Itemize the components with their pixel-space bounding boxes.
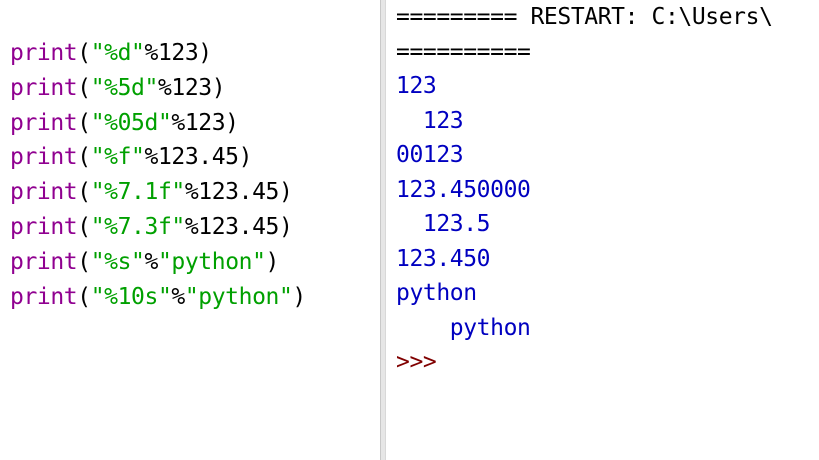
- paren: ): [292, 283, 306, 310]
- restart-line-continuation: ==========: [396, 38, 531, 65]
- code-rest: %123.45): [144, 144, 253, 171]
- code-rest: %123.45): [184, 213, 293, 240]
- code-rest: %: [171, 283, 185, 310]
- paren: (: [77, 179, 91, 206]
- paren: (: [77, 144, 91, 171]
- string-literal: "%5d": [90, 74, 159, 101]
- code-lines: print("%d"%123) print("%5d"%123) print("…: [10, 36, 306, 314]
- paren: ): [265, 248, 280, 275]
- string-literal: "%7.1f": [90, 179, 186, 206]
- code-rest: %123): [144, 40, 213, 66]
- paren: (: [77, 74, 91, 101]
- output-line: 123.450: [396, 245, 491, 272]
- string-literal: "%10s": [90, 283, 172, 310]
- string-literal: "python": [184, 283, 293, 310]
- keyword: print: [10, 40, 78, 66]
- restart-line: ========= RESTART: C:\Users\: [396, 4, 773, 30]
- keyword: print: [10, 179, 78, 206]
- code-line[interactable]: print("%10s"%"python"): [10, 280, 306, 315]
- keyword: print: [10, 213, 78, 240]
- keyword: print: [10, 144, 78, 171]
- shell-output: ========= RESTART: C:\Users\ ========== …: [396, 0, 773, 380]
- code-line[interactable]: print("%f"%123.45): [10, 140, 306, 175]
- output-line: 00123: [396, 142, 464, 168]
- output-line: python: [396, 280, 477, 306]
- string-literal: "%f": [90, 144, 145, 171]
- shell-prompt[interactable]: >>>: [396, 345, 773, 380]
- string-literal: "%d": [90, 40, 145, 66]
- string-literal: "%s": [90, 248, 145, 275]
- output-line: python: [396, 314, 531, 341]
- keyword: print: [10, 283, 78, 310]
- output-line: 123.450000: [396, 176, 531, 203]
- paren: (: [77, 109, 91, 136]
- string-literal: "%05d": [90, 109, 172, 136]
- python-shell-pane[interactable]: ========= RESTART: C:\Users\ ========== …: [386, 0, 819, 460]
- output-line: 123.5: [396, 211, 491, 237]
- keyword: print: [10, 109, 78, 136]
- keyword: print: [10, 248, 78, 275]
- paren: (: [77, 283, 91, 310]
- paren: (: [77, 213, 91, 240]
- code-rest: %123.45): [184, 179, 293, 206]
- code-rest: %: [144, 248, 159, 275]
- code-line[interactable]: print("%05d"%123): [10, 106, 306, 141]
- string-literal: "python": [157, 248, 266, 275]
- code-rest: %123): [171, 109, 239, 136]
- code-line[interactable]: print("%7.1f"%123.45): [10, 175, 306, 210]
- paren: (: [77, 248, 91, 275]
- code-line[interactable]: print("%d"%123): [10, 36, 306, 71]
- code-line[interactable]: print("%s"%"python"): [10, 245, 306, 280]
- code-editor-pane[interactable]: print("%d"%123) print("%5d"%123) print("…: [0, 0, 380, 460]
- code-line[interactable]: print("%5d"%123): [10, 71, 306, 106]
- string-literal: "%7.3f": [90, 213, 186, 240]
- keyword: print: [10, 74, 78, 101]
- code-line[interactable]: print("%7.3f"%123.45): [10, 210, 306, 245]
- output-line: 123: [396, 73, 437, 99]
- code-rest: %123): [157, 74, 226, 101]
- paren: (: [77, 40, 91, 66]
- output-line: 123: [396, 107, 464, 134]
